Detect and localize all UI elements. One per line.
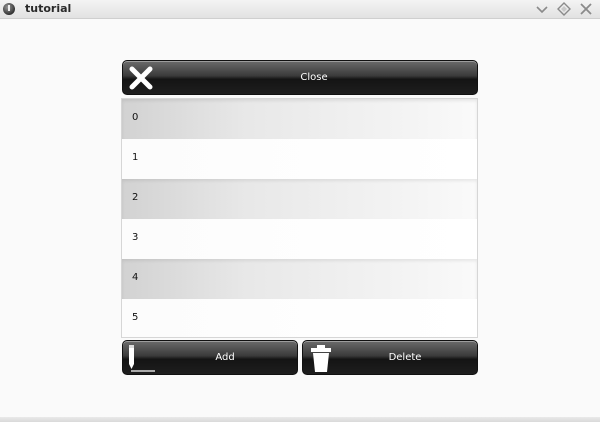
list-item-label: 4: [132, 272, 139, 283]
list-item[interactable]: 5: [122, 299, 477, 337]
maximize-icon[interactable]: [557, 2, 571, 16]
window-bottom-border: [0, 417, 600, 422]
list-item[interactable]: 0: [122, 99, 477, 139]
list-item-label: 5: [132, 312, 139, 323]
add-button-label: Add: [215, 352, 235, 363]
close-button-label: Close: [300, 72, 328, 83]
app-icon[interactable]: [3, 3, 15, 15]
delete-button-label: Delete: [388, 352, 422, 363]
close-button[interactable]: Close: [122, 60, 478, 95]
list-item[interactable]: 2: [122, 179, 477, 219]
add-button[interactable]: Add: [122, 340, 298, 375]
window-title: tutorial: [25, 2, 72, 15]
window-close-icon[interactable]: [579, 2, 593, 16]
list-item[interactable]: 1: [122, 139, 477, 179]
list-item[interactable]: 3: [122, 219, 477, 259]
item-list[interactable]: 0 1 2 3 4 5: [121, 98, 478, 338]
title-bar: tutorial: [0, 0, 600, 19]
delete-button[interactable]: Delete: [302, 340, 478, 375]
list-item-label: 3: [132, 232, 139, 243]
list-item-label: 0: [132, 112, 139, 123]
list-item[interactable]: 4: [122, 259, 477, 299]
list-item-label: 1: [132, 152, 139, 163]
list-item-label: 2: [132, 192, 139, 203]
minimize-icon[interactable]: [535, 2, 549, 16]
